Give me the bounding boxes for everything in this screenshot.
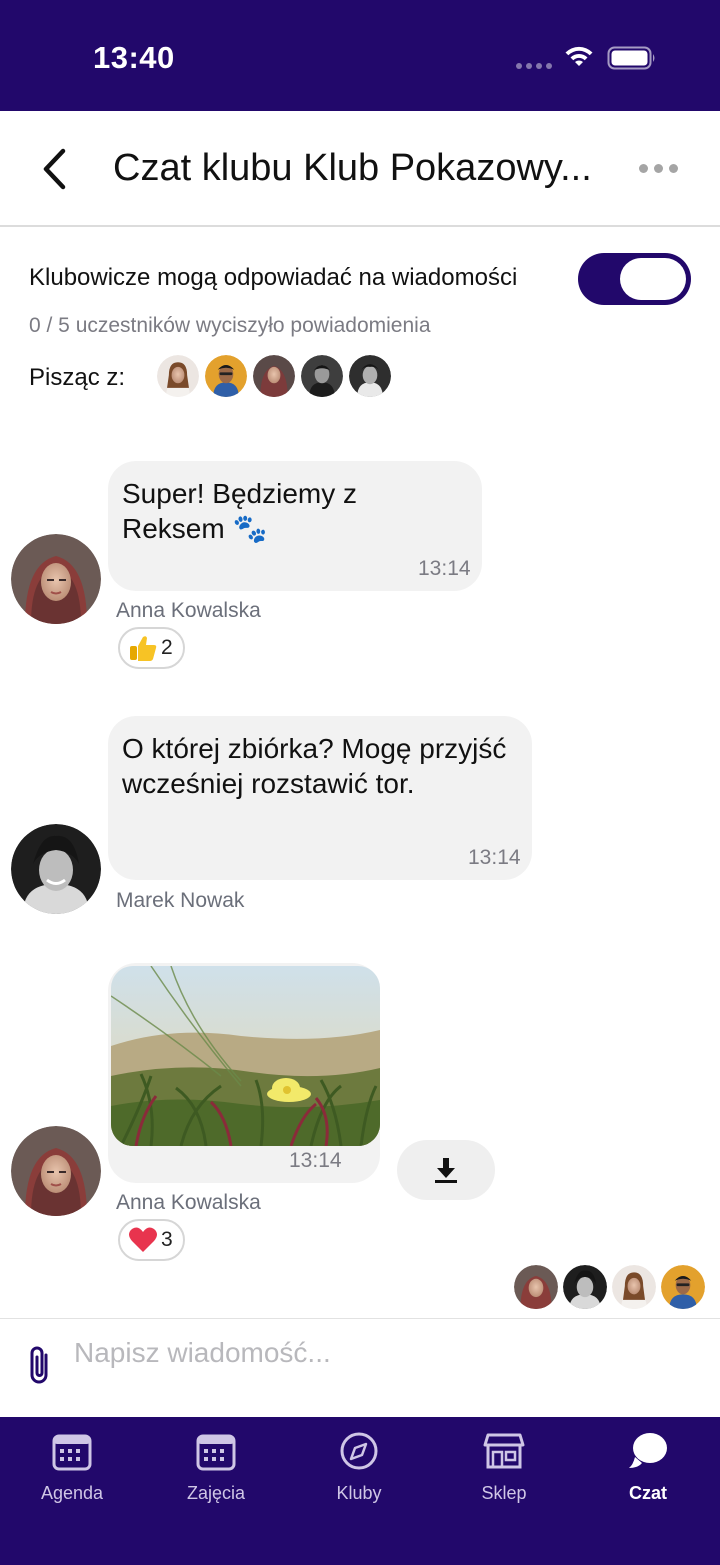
- thumbs-up-icon: [130, 636, 157, 661]
- tab-agenda[interactable]: Agenda: [12, 1429, 132, 1509]
- tab-kluby[interactable]: Kluby: [299, 1429, 419, 1509]
- tab-label: Czat: [628, 1483, 667, 1503]
- message-time: 13:14: [418, 557, 471, 580]
- sender-name: Anna Kowalska: [116, 599, 261, 622]
- download-icon: [435, 1158, 457, 1183]
- message-photo[interactable]: [111, 966, 380, 1146]
- sender-name: Marek Nowak: [116, 889, 245, 912]
- calendar-icon: [52, 1434, 92, 1471]
- tab-label: Zajęcia: [186, 1483, 246, 1503]
- tab-label: Kluby: [336, 1483, 382, 1503]
- message-bubble[interactable]: O której zbiórka? Mogę przyjść wcześniej…: [108, 716, 532, 880]
- avatar[interactable]: [155, 353, 201, 399]
- chat-header: Czat klubu Klub Pokazowy...: [0, 111, 720, 227]
- calendar-icon: [196, 1434, 236, 1471]
- tab-label: Sklep: [481, 1483, 527, 1503]
- muted-info: 0 / 5 uczestników wyciszyło powiadomieni…: [29, 314, 431, 337]
- more-options-button[interactable]: [632, 153, 684, 183]
- bottom-tab-bar: Agenda Zajęcia Kluby Sklep Czat: [0, 1417, 720, 1565]
- store-icon: [483, 1433, 525, 1469]
- sender-avatar[interactable]: [11, 1126, 101, 1216]
- message-time: 13:14: [468, 846, 521, 869]
- message-text: O której zbiórka? Mogę przyjść wcześniej…: [122, 733, 507, 799]
- message-time: 13:14: [289, 1149, 342, 1172]
- paperclip-icon[interactable]: [20, 1341, 60, 1389]
- chat-title: Czat klubu Klub Pokazowy...: [113, 147, 592, 189]
- back-button[interactable]: [30, 141, 80, 197]
- reaction-badge[interactable]: 3: [118, 1219, 185, 1261]
- avatar[interactable]: [561, 1263, 609, 1311]
- avatar[interactable]: [299, 353, 345, 399]
- avatar[interactable]: [203, 353, 249, 399]
- reply-toggle[interactable]: [578, 253, 691, 305]
- avatar[interactable]: [659, 1263, 707, 1311]
- more-icon: [638, 163, 648, 173]
- tab-czat[interactable]: Czat: [588, 1429, 708, 1509]
- compass-icon: [340, 1432, 378, 1470]
- reaction-badge[interactable]: 2: [118, 627, 185, 669]
- cellular-signal-icon: [516, 63, 552, 69]
- message-bubble[interactable]: Super! Będziemy z Reksem 🐾 13:14: [108, 461, 482, 591]
- avatar[interactable]: [347, 353, 393, 399]
- tab-label: Agenda: [40, 1483, 104, 1503]
- seen-by-avatars[interactable]: [512, 1263, 712, 1311]
- sender-name: Anna Kowalska: [116, 1191, 261, 1214]
- sender-avatar[interactable]: [11, 534, 101, 624]
- chevron-left-icon: [43, 148, 66, 190]
- chat-icon: [629, 1433, 667, 1468]
- status-bar: 13:40: [0, 0, 720, 111]
- reaction-count: 2: [161, 636, 173, 659]
- reaction-count: 3: [161, 1228, 173, 1251]
- tab-zajecia[interactable]: Zajęcia: [156, 1429, 276, 1509]
- message-composer: [0, 1318, 720, 1417]
- wifi-icon: [565, 46, 593, 66]
- avatar[interactable]: [512, 1263, 560, 1311]
- battery-icon: [607, 46, 655, 70]
- heart-icon: [129, 1227, 157, 1252]
- sender-avatar[interactable]: [11, 824, 101, 914]
- status-time: 13:40: [93, 40, 175, 75]
- message-text: Super! Będziemy z Reksem 🐾: [122, 478, 357, 544]
- image-message-bubble[interactable]: 13:14: [108, 963, 380, 1183]
- message-input[interactable]: [74, 1331, 694, 1375]
- avatar[interactable]: [251, 353, 297, 399]
- tab-sklep[interactable]: Sklep: [444, 1429, 564, 1509]
- writing-with-label: Pisząc z:: [29, 364, 126, 391]
- reply-toggle-label: Klubowicze mogą odpowiadać na wiadomości: [29, 264, 518, 291]
- toggle-knob: [620, 258, 686, 300]
- avatar[interactable]: [610, 1263, 658, 1311]
- download-button[interactable]: [397, 1140, 495, 1200]
